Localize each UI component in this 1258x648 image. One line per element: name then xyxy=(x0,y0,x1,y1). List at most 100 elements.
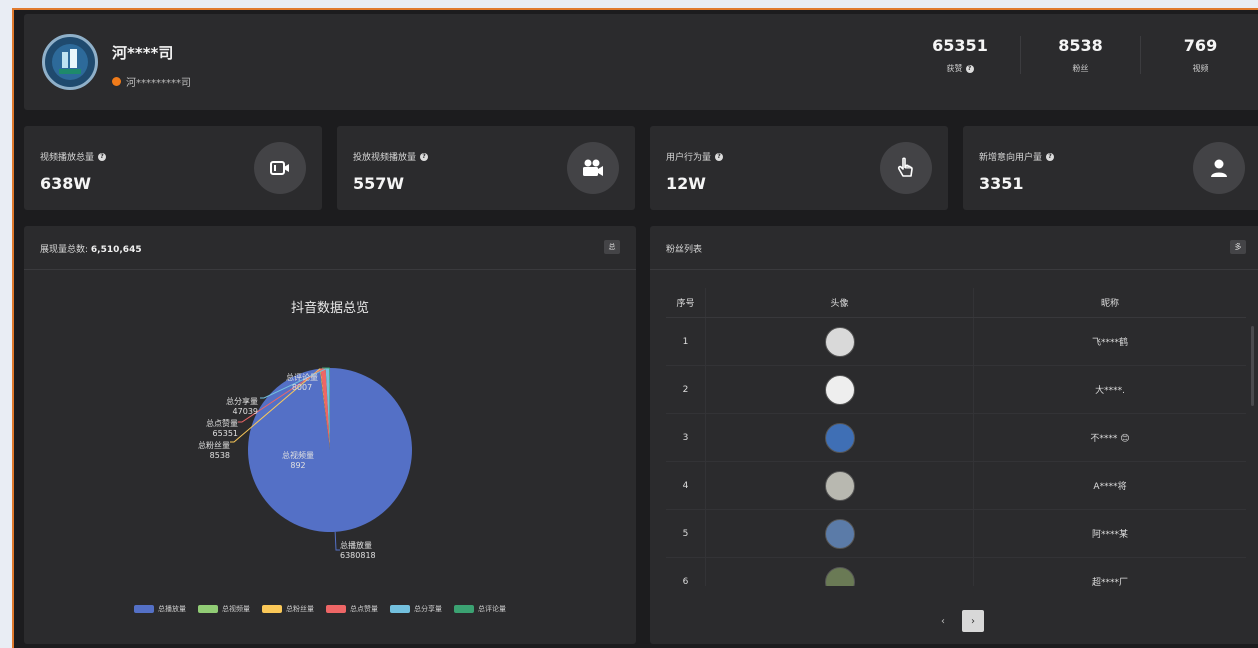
movie-camera-icon xyxy=(567,142,619,194)
help-icon[interactable]: ? xyxy=(420,152,429,161)
card-value: 12W xyxy=(666,174,706,193)
stat-videos-value: 769 xyxy=(1183,36,1218,55)
avatar[interactable] xyxy=(824,422,855,453)
row-nickname: A****将 xyxy=(1093,482,1127,492)
column-header-nickname: 昵称 xyxy=(1100,299,1119,309)
legend-item-4[interactable]: 总分享量 xyxy=(390,604,442,614)
pagination: ‹ › xyxy=(932,610,984,632)
chart-title: 抖音数据总览 xyxy=(291,300,369,316)
stat-videos: 769 视频 xyxy=(1140,36,1258,74)
legend-item-0[interactable]: 总播放量 xyxy=(134,604,186,614)
legend-item-2[interactable]: 总粉丝量 xyxy=(262,604,314,614)
column-header-index: 序号 xyxy=(666,288,706,317)
legend-swatch xyxy=(326,605,346,613)
legend-swatch xyxy=(134,605,154,613)
company-name: 河****司 xyxy=(112,44,174,62)
stat-fans-value: 8538 xyxy=(1058,36,1103,55)
legend-item-1[interactable]: 总视频量 xyxy=(198,604,250,614)
company-subtitle-text: 河*********司 xyxy=(126,78,191,89)
card-title: 新增意向用户量 xyxy=(979,153,1043,163)
company-subtitle: 河*********司 xyxy=(112,74,191,89)
help-icon[interactable]: ? xyxy=(98,152,107,161)
total-button[interactable]: 总 xyxy=(604,240,620,254)
prev-page-button[interactable]: ‹ xyxy=(932,610,954,632)
card-new-intent-users: 新增意向用户量 ? 3351 xyxy=(963,126,1258,210)
stat-videos-label: 视频 xyxy=(1192,64,1209,73)
overview-pie-panel: 展现量总数: 6,510,645 总 抖音数据总览 总播放量 6380818 总视频量… xyxy=(24,226,636,644)
legend-label: 总评论量 xyxy=(478,605,506,613)
table-row[interactable]: 4 A****将 xyxy=(666,462,1246,510)
avatar[interactable] xyxy=(824,326,855,357)
table-row[interactable]: 3 不**** 😊 xyxy=(666,414,1246,462)
row-avatar-cell xyxy=(706,318,974,365)
table-row[interactable]: 1 飞****鹤 xyxy=(666,318,1246,366)
table-header-row: 序号 头像 昵称 xyxy=(666,288,1246,318)
stat-fans-label: 粉丝 xyxy=(1072,64,1089,73)
company-logo xyxy=(42,34,98,90)
slice-label-2: 总粉丝量 8538 xyxy=(198,440,230,460)
more-button[interactable]: 多 xyxy=(1230,240,1246,254)
video-camera-icon xyxy=(254,142,306,194)
row-avatar-cell xyxy=(706,366,974,413)
stat-likes-value: 65351 xyxy=(932,36,988,55)
card-ad-video-plays: 投放视频播放量 ? 557W xyxy=(337,126,635,210)
row-avatar-cell xyxy=(706,414,974,461)
row-nickname: 大****. xyxy=(1095,386,1125,396)
help-icon[interactable]: ? xyxy=(965,64,974,73)
account-stats: 65351 获赞 ? 8538 粉丝 769 视频 xyxy=(900,36,1258,74)
legend-item-3[interactable]: 总点赞量 xyxy=(326,604,378,614)
help-icon[interactable]: ? xyxy=(1046,152,1055,161)
legend-swatch xyxy=(390,605,410,613)
impressions-label: 展现量总数: xyxy=(40,245,89,255)
next-page-button[interactable]: › xyxy=(962,610,984,632)
tap-hand-icon xyxy=(880,142,932,194)
card-title: 用户行为量 xyxy=(666,153,712,163)
help-icon[interactable]: ? xyxy=(715,152,724,161)
legend-label: 总分享量 xyxy=(414,605,442,613)
row-avatar-cell xyxy=(706,510,974,557)
table-scrollbar[interactable] xyxy=(1251,326,1254,406)
user-icon xyxy=(1193,142,1245,194)
slice-label-0: 总播放量 6380818 xyxy=(340,540,376,560)
legend-label: 总点赞量 xyxy=(350,605,378,613)
row-nickname: 不**** 😊 xyxy=(1090,434,1130,444)
card-user-actions: 用户行为量 ? 12W xyxy=(650,126,948,210)
table-row[interactable]: 2 大****. xyxy=(666,366,1246,414)
row-nickname: 超****厂 xyxy=(1091,578,1128,586)
table-row[interactable]: 5 阿****某 xyxy=(666,510,1246,558)
row-index: 4 xyxy=(666,462,706,509)
row-index: 2 xyxy=(666,366,706,413)
dashboard-frame: 河****司 河*********司 65351 获赞 ? 8538 粉丝 76… xyxy=(12,8,1258,648)
fans-list-title: 粉丝列表 xyxy=(666,245,703,255)
card-value: 3351 xyxy=(979,174,1024,193)
legend-swatch xyxy=(198,605,218,613)
card-title: 投放视频播放量 xyxy=(353,153,417,163)
avatar[interactable] xyxy=(824,518,855,549)
avatar[interactable] xyxy=(824,566,855,586)
column-header-avatar: 头像 xyxy=(706,288,974,317)
status-dot-icon xyxy=(112,77,121,86)
legend-swatch xyxy=(454,605,474,613)
legend-swatch xyxy=(262,605,282,613)
pie-legend: 总播放量 总视频量 总粉丝量 总点赞量 总分享量 总评论量 xyxy=(134,604,506,614)
row-index: 1 xyxy=(666,318,706,365)
row-avatar-cell xyxy=(706,462,974,509)
card-value: 557W xyxy=(353,174,405,193)
avatar[interactable] xyxy=(824,374,855,405)
legend-item-5[interactable]: 总评论量 xyxy=(454,604,506,614)
stat-fans: 8538 粉丝 xyxy=(1020,36,1140,74)
row-avatar-cell xyxy=(706,558,974,586)
card-value: 638W xyxy=(40,174,92,193)
legend-label: 总视频量 xyxy=(222,605,250,613)
stat-likes-label: 获赞 xyxy=(946,64,963,73)
legend-label: 总粉丝量 xyxy=(286,605,314,613)
fans-rows[interactable]: 1 飞****鹤 2 大****. 3 不**** 😊 4 A****将 5 阿****某 6 超**… xyxy=(666,318,1246,586)
row-index: 3 xyxy=(666,414,706,461)
fans-list-panel: 粉丝列表 多 序号 头像 昵称 1 飞****鹤 2 大****. 3 不**** 😊 4 A… xyxy=(650,226,1258,644)
table-row[interactable]: 6 超****厂 xyxy=(666,558,1246,586)
account-header: 河****司 河*********司 65351 获赞 ? 8538 粉丝 76… xyxy=(24,14,1258,110)
card-title: 视频播放总量 xyxy=(40,153,95,163)
stat-likes: 65351 获赞 ? xyxy=(900,36,1020,74)
avatar[interactable] xyxy=(824,470,855,501)
row-nickname: 阿****某 xyxy=(1091,530,1128,540)
